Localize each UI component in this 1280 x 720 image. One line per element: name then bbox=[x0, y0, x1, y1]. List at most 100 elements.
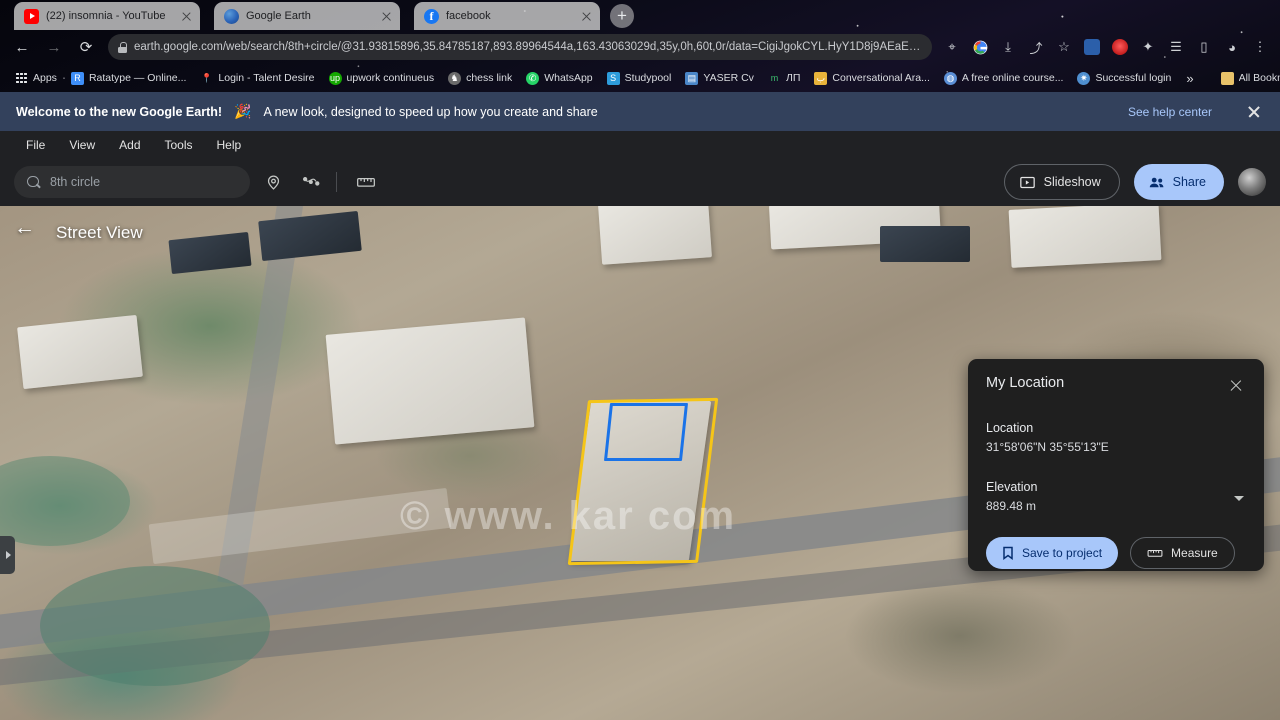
address-bar-url: earth.google.com/web/search/8th+circle/@… bbox=[134, 41, 922, 53]
reading-list-icon[interactable]: ☰ bbox=[1164, 35, 1188, 59]
vegetation bbox=[40, 566, 270, 686]
bookmark-apps[interactable]: Apps bbox=[8, 70, 64, 87]
close-icon[interactable] bbox=[379, 9, 394, 24]
bookmark-chess-link[interactable]: ♞ chess link bbox=[441, 70, 519, 87]
card-title: My Location bbox=[986, 375, 1065, 391]
slideshow-button[interactable]: Slideshow bbox=[1003, 164, 1120, 200]
extension-blue-icon[interactable] bbox=[1080, 35, 1104, 59]
back-button[interactable]: ← bbox=[8, 33, 36, 61]
place-marker-icon[interactable] bbox=[256, 165, 290, 199]
chevron-down-icon[interactable] bbox=[1234, 496, 1244, 501]
side-panel-icon[interactable]: ▯ bbox=[1192, 35, 1216, 59]
bookmark-successful-login[interactable]: ✷ Successful login bbox=[1070, 70, 1178, 87]
share-icon[interactable]: ⤴ bbox=[1024, 35, 1048, 59]
bookmark-label: chess link bbox=[466, 72, 513, 84]
bookmark-label: Login - Talent Desire bbox=[218, 72, 315, 84]
street-view-header: Street View bbox=[0, 206, 1280, 260]
bookmark-login-talent-desire[interactable]: 📍 Login - Talent Desire bbox=[193, 70, 321, 87]
share-button[interactable]: Share bbox=[1133, 164, 1224, 200]
search-input[interactable]: 8th circle bbox=[14, 166, 250, 198]
gear-icon: ✷ bbox=[1077, 71, 1091, 85]
banner-title: Welcome to the new Google Earth! bbox=[16, 104, 223, 119]
save-to-project-button[interactable]: Save to project bbox=[986, 537, 1119, 569]
card-header: My Location bbox=[986, 375, 1246, 395]
avatar[interactable] bbox=[1238, 168, 1266, 196]
path-icon[interactable] bbox=[296, 165, 330, 199]
new-tab-button[interactable]: + bbox=[610, 4, 634, 28]
reload-button[interactable]: ⟳ bbox=[72, 33, 100, 61]
bookmark-label: Conversational Ara... bbox=[832, 72, 930, 84]
close-icon[interactable] bbox=[579, 9, 594, 24]
building bbox=[17, 314, 143, 390]
place-icon[interactable]: ⌖ bbox=[940, 35, 964, 59]
sidebar-expand-handle[interactable] bbox=[0, 536, 15, 574]
chess-icon: ♞ bbox=[448, 71, 462, 85]
bookmark-label: upwork continueus bbox=[346, 72, 435, 84]
bookmark-jtl[interactable]: m ЛΠ bbox=[761, 70, 807, 87]
profile-icon[interactable]: ◕ bbox=[1220, 35, 1244, 59]
bookmark-free-online-course[interactable]: ◍ A free online course... bbox=[937, 70, 1071, 87]
my-location-card: My Location Location 31°58'06"N 35°55'13… bbox=[968, 359, 1264, 571]
bookmark-star-icon[interactable]: ☆ bbox=[1052, 35, 1076, 59]
menu-item-view[interactable]: View bbox=[57, 134, 107, 156]
search-icon bbox=[27, 175, 40, 189]
bookmark-whatsapp[interactable]: ✆ WhatsApp bbox=[519, 70, 599, 87]
browser-tab[interactable]: Google Earth bbox=[214, 2, 400, 30]
bookmarks-overflow-button[interactable]: » bbox=[1178, 69, 1201, 88]
bookmark-upwork[interactable]: up upwork continueus bbox=[322, 70, 442, 87]
card-actions: Save to project Measure bbox=[986, 537, 1246, 569]
back-arrow-icon[interactable] bbox=[14, 216, 38, 245]
slideshow-label: Slideshow bbox=[1043, 175, 1101, 189]
bookmark-studypool[interactable]: S Studypool bbox=[600, 70, 679, 87]
google-earth-app: Welcome to the new Google Earth! 🎉 A new… bbox=[0, 92, 1280, 720]
menu-item-tools[interactable]: Tools bbox=[153, 134, 205, 156]
menu-item-file[interactable]: File bbox=[14, 134, 57, 156]
location-value: 31°58'06"N 35°55'13"E bbox=[986, 440, 1109, 454]
street-view-title: Street View bbox=[56, 223, 143, 242]
browser-tab[interactable]: f facebook bbox=[414, 2, 600, 30]
tab-title: Google Earth bbox=[246, 10, 311, 22]
welcome-banner: Welcome to the new Google Earth! 🎉 A new… bbox=[0, 92, 1280, 131]
measure-ruler-icon[interactable] bbox=[349, 165, 383, 199]
close-icon[interactable] bbox=[179, 9, 194, 24]
bookmarks-bar: Apps R Ratatype — Online... 📍 Login - Ta… bbox=[0, 64, 1280, 92]
install-icon[interactable]: ⤓ bbox=[996, 35, 1020, 59]
search-input-value: 8th circle bbox=[50, 175, 101, 189]
bookmark-label: YASER Cv bbox=[703, 72, 754, 84]
building bbox=[325, 317, 535, 445]
apps-grid-icon bbox=[15, 72, 28, 85]
share-label: Share bbox=[1172, 175, 1206, 189]
bookmark-label: A free online course... bbox=[961, 72, 1064, 84]
bookmark-label: Apps bbox=[33, 72, 57, 84]
forward-button[interactable]: → bbox=[40, 33, 68, 61]
bookmark-yaser-cv[interactable]: ▤ YASER Cv bbox=[678, 70, 761, 87]
close-icon[interactable] bbox=[1226, 375, 1246, 395]
close-icon[interactable] bbox=[1244, 102, 1264, 122]
bookmark-conversational-arabic[interactable]: ب Conversational Ara... bbox=[807, 70, 936, 87]
extension-red-icon[interactable] bbox=[1108, 35, 1132, 59]
chrome-menu-icon[interactable]: ⋮ bbox=[1248, 35, 1272, 59]
measure-button[interactable]: Measure bbox=[1130, 537, 1235, 569]
facebook-icon: f bbox=[424, 8, 439, 24]
blue-selection-polygon[interactable] bbox=[603, 403, 689, 461]
google-icon[interactable] bbox=[968, 35, 992, 59]
menu-item-add[interactable]: Add bbox=[107, 134, 152, 156]
browser-chrome: (22) insomnia - YouTube Google Earth f f… bbox=[0, 0, 1280, 92]
bookmark-ratatype[interactable]: R Ratatype — Online... bbox=[64, 70, 193, 87]
extensions-puzzle-icon[interactable]: ✦ bbox=[1136, 35, 1160, 59]
folder-icon bbox=[1220, 71, 1234, 85]
bookmark-label: WhatsApp bbox=[544, 72, 593, 84]
jtl-icon: m bbox=[770, 72, 779, 83]
address-bar[interactable]: earth.google.com/web/search/8th+circle/@… bbox=[108, 34, 932, 60]
browser-toolbar: ← → ⟳ earth.google.com/web/search/8th+ci… bbox=[0, 30, 1280, 64]
divider bbox=[336, 172, 337, 192]
browser-tab[interactable]: (22) insomnia - YouTube bbox=[14, 2, 200, 30]
ruler-icon bbox=[1147, 549, 1163, 557]
youtube-icon bbox=[24, 8, 39, 24]
menu-item-help[interactable]: Help bbox=[205, 134, 254, 156]
tab-title: (22) insomnia - YouTube bbox=[46, 10, 166, 22]
see-help-center-link[interactable]: See help center bbox=[1128, 105, 1212, 119]
page-icon: ب bbox=[814, 71, 828, 85]
save-to-project-label: Save to project bbox=[1022, 546, 1103, 560]
all-bookmarks-button[interactable]: All Bookmarks bbox=[1214, 70, 1280, 87]
